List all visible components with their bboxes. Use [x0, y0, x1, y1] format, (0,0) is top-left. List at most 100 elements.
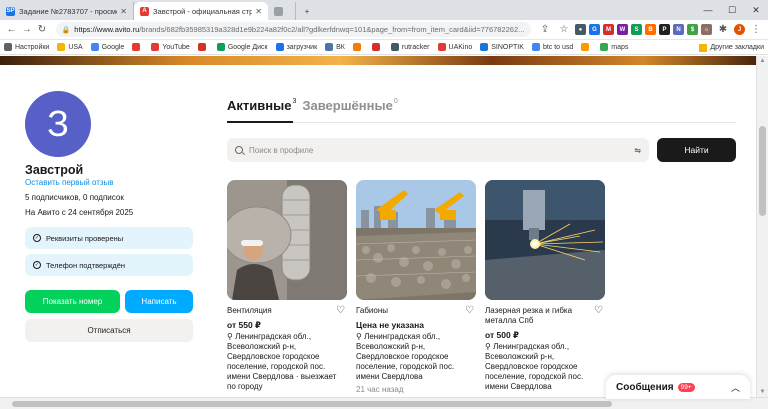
- bookmark-item[interactable]: [352, 43, 364, 51]
- bookmark-label: Настройки: [15, 43, 50, 51]
- bookmark-item[interactable]: USA: [57, 43, 83, 51]
- bookmark-item[interactable]: Google: [90, 43, 124, 51]
- extension-icons: ⇪ ☆ ● G M W S B P N $ ☼ ✱ J ⋮: [537, 22, 764, 38]
- bookmark-item[interactable]: [371, 43, 383, 51]
- close-tab-icon[interactable]: ✕: [120, 7, 127, 16]
- lock-icon: 🔒: [61, 26, 71, 34]
- show-number-button[interactable]: Показать номер: [25, 290, 120, 313]
- listing-card[interactable]: Габионы ♡ Цена не указана ⚲ Ленинградска…: [356, 180, 476, 394]
- browser-tab-blank[interactable]: [268, 2, 296, 20]
- bookmark-favicon-icon: [390, 43, 399, 51]
- maximize-icon[interactable]: ☐: [720, 0, 744, 20]
- extension-icon[interactable]: ●: [574, 24, 586, 35]
- extension-icon[interactable]: S: [630, 24, 642, 35]
- bookmark-item[interactable]: UAKino: [437, 43, 473, 51]
- write-message-button[interactable]: Написать: [125, 290, 193, 313]
- location-text: Ленинградская обл., Всеволожский р-н, Св…: [485, 342, 584, 391]
- url-path: /brands/682fb35985319a328d1e9b224a82f0c2…: [139, 25, 525, 34]
- chevron-up-icon[interactable]: ︿: [731, 381, 740, 394]
- bookmark-label: Google Диск: [227, 43, 268, 51]
- filter-sliders-icon[interactable]: ⇋: [634, 146, 641, 155]
- share-icon[interactable]: ⇪: [537, 22, 553, 38]
- menu-dots-icon[interactable]: ⋮: [748, 22, 764, 38]
- listing-card[interactable]: Лазерная резка и гибка металла Спб ♡ от …: [485, 180, 605, 391]
- bookmark-item[interactable]: YouTube: [151, 43, 190, 51]
- extension-icon[interactable]: M: [602, 24, 614, 35]
- tab-completed[interactable]: Завершённые0: [302, 98, 397, 113]
- bookmark-item[interactable]: maps: [600, 43, 628, 51]
- favorite-heart-icon[interactable]: ♡: [594, 305, 603, 316]
- favorite-heart-icon[interactable]: ♡: [336, 305, 345, 316]
- listing-title[interactable]: Вентиляция: [227, 306, 331, 316]
- listing-photo-laser-cutting[interactable]: [485, 180, 605, 300]
- scrollbar-thumb[interactable]: [759, 126, 766, 216]
- bookmark-item[interactable]: Google Диск: [216, 43, 268, 51]
- bookmark-favicon-icon: [480, 43, 489, 51]
- browser-tab-bar: SP Задание №2783707 - просмотр з ✕ A Зав…: [0, 0, 768, 20]
- bookmark-item[interactable]: SINOPTIK: [480, 43, 524, 51]
- leave-review-link[interactable]: Оставить первый отзыв: [25, 178, 114, 187]
- extension-icon[interactable]: B: [644, 24, 656, 35]
- unsubscribe-button[interactable]: Отписаться: [25, 319, 193, 342]
- bookmark-label: rutracker: [401, 43, 430, 51]
- profile-avatar[interactable]: J: [733, 24, 745, 35]
- other-bookmarks[interactable]: Другие закладки: [699, 40, 764, 54]
- back-icon[interactable]: ←: [4, 22, 19, 38]
- scroll-down-icon[interactable]: ▼: [757, 387, 768, 397]
- search-icon: [235, 146, 243, 154]
- location-text: Ленинградская обл., Всеволожский р-н, Св…: [227, 332, 337, 391]
- extension-icon[interactable]: W: [616, 24, 628, 35]
- extension-icon[interactable]: ☼: [700, 24, 712, 35]
- extension-icon[interactable]: P: [658, 24, 670, 35]
- extension-icon[interactable]: $: [686, 24, 698, 35]
- listing-title[interactable]: Габионы: [356, 306, 460, 316]
- profile-search-input[interactable]: Поиск в профиле ⇋: [227, 138, 649, 162]
- bookmark-item[interactable]: [197, 43, 209, 51]
- browser-tab-avito[interactable]: A Завстрой - официальная страни ✕: [134, 2, 268, 20]
- bookmark-item[interactable]: [581, 43, 592, 51]
- bookmark-item[interactable]: [132, 43, 143, 51]
- bookmark-favicon-icon: [352, 43, 361, 51]
- listing-card[interactable]: Вентиляция ♡ от 550 ₽ ⚲ Ленинградская об…: [227, 180, 347, 391]
- tab-title: Завстрой - официальная страни: [153, 6, 253, 16]
- messages-widget[interactable]: Сообщения 99+ ︿: [606, 375, 750, 399]
- avatar: З: [25, 91, 91, 157]
- verified-details-badge: ✓ Реквизиты проверены: [25, 227, 193, 249]
- close-tab-icon[interactable]: ✕: [255, 7, 262, 16]
- bookmark-item[interactable]: rutracker: [390, 43, 430, 51]
- bookmark-favicon-icon: [151, 43, 160, 51]
- bookmark-item[interactable]: btc to usd: [531, 43, 574, 51]
- extension-icon[interactable]: N: [672, 24, 684, 35]
- close-window-icon[interactable]: ✕: [744, 0, 768, 20]
- listing-location: ⚲ Ленинградская обл., Всеволожский р-н, …: [356, 332, 476, 382]
- extension-icon[interactable]: G: [588, 24, 600, 35]
- favorite-heart-icon[interactable]: ♡: [465, 305, 474, 316]
- vertical-scrollbar[interactable]: ▲ ▼: [756, 56, 768, 397]
- new-tab-button[interactable]: +: [296, 2, 318, 20]
- forward-icon[interactable]: →: [19, 22, 34, 38]
- bookmark-favicon-icon: [216, 43, 225, 51]
- scroll-up-icon[interactable]: ▲: [757, 56, 768, 66]
- listing-price: от 500 ₽: [485, 330, 519, 340]
- tab-active[interactable]: Активные3: [227, 98, 296, 113]
- tab-favicon-icon: [274, 6, 283, 16]
- tab-label: Активные: [227, 98, 292, 113]
- bookmark-label: загрузчик: [286, 43, 318, 51]
- listing-photo-gabions[interactable]: [356, 180, 476, 300]
- minimize-icon[interactable]: —: [696, 0, 720, 20]
- bookmark-item[interactable]: загрузчик: [275, 43, 318, 51]
- listing-photo-ventilation[interactable]: [227, 180, 347, 300]
- find-button[interactable]: Найти: [657, 138, 736, 162]
- browser-tab-task[interactable]: SP Задание №2783707 - просмотр з ✕: [0, 2, 134, 20]
- extensions-puzzle-icon[interactable]: ✱: [715, 22, 731, 38]
- star-icon[interactable]: ☆: [556, 22, 572, 38]
- bookmark-label: btc to usd: [542, 43, 574, 51]
- url-input[interactable]: 🔒 https://www.avito.ru /brands/682fb3598…: [55, 22, 531, 37]
- bookmark-item[interactable]: ВК: [325, 43, 345, 51]
- bookmark-item[interactable]: Настройки: [4, 43, 49, 51]
- scrollbar-thumb[interactable]: [12, 401, 612, 407]
- bookmark-label: UAKino: [448, 43, 473, 51]
- reload-icon[interactable]: ↻: [34, 22, 49, 38]
- listing-title[interactable]: Лазерная резка и гибка металла Спб: [485, 306, 589, 326]
- folder-icon: [699, 43, 708, 52]
